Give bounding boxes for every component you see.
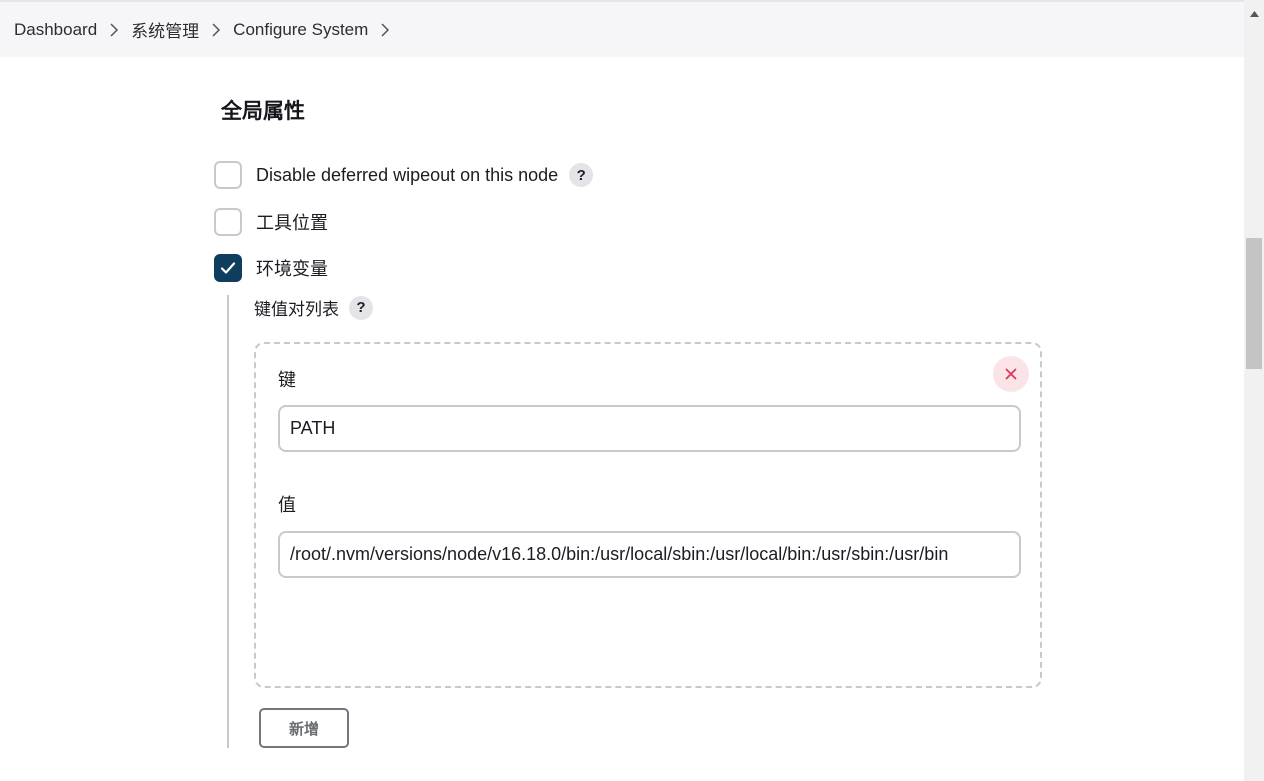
option-disable-deferred-wipeout: Disable deferred wipeout on this node ? [214, 161, 594, 189]
help-icon[interactable]: ? [569, 163, 594, 187]
key-value-list-label: 键值对列表 [254, 300, 339, 319]
tool-locations-checkbox[interactable] [214, 208, 242, 236]
scroll-up-arrow-icon[interactable] [1244, 0, 1264, 28]
add-entry-button[interactable]: 新增 [259, 708, 349, 748]
checkmark-icon [220, 262, 236, 274]
option-label[interactable]: Disable deferred wipeout on this node [256, 165, 558, 186]
environment-variables-checkbox[interactable] [214, 254, 242, 282]
breadcrumb: Dashboard 系统管理 Configure System [0, 0, 1244, 57]
close-icon [1005, 368, 1017, 380]
option-label[interactable]: 工具位置 [256, 209, 328, 235]
section-title: 全局属性 [221, 100, 305, 123]
chevron-right-icon[interactable] [97, 22, 131, 37]
env-var-entry: 键 值 [254, 342, 1042, 688]
breadcrumb-dashboard[interactable]: Dashboard [14, 20, 97, 40]
value-field-label: 值 [278, 495, 296, 515]
option-environment-variables: 环境变量 [214, 254, 328, 282]
chevron-right-icon[interactable] [368, 22, 402, 37]
breadcrumb-configure-system[interactable]: Configure System [233, 20, 368, 40]
key-value-list-header: 键值对列表 ? [254, 295, 373, 320]
key-input[interactable] [278, 405, 1021, 452]
vertical-scrollbar[interactable] [1244, 0, 1264, 781]
help-icon[interactable]: ? [349, 295, 373, 320]
chevron-right-icon[interactable] [199, 22, 233, 37]
option-tool-locations: 工具位置 [214, 208, 328, 236]
breadcrumb-system-management[interactable]: 系统管理 [131, 17, 199, 42]
scrollbar-thumb[interactable] [1246, 238, 1262, 369]
value-input[interactable] [278, 531, 1021, 578]
nested-indent-line [227, 295, 229, 748]
option-label[interactable]: 环境变量 [256, 255, 328, 281]
key-field-label: 键 [278, 370, 296, 390]
disable-deferred-wipeout-checkbox[interactable] [214, 161, 242, 189]
delete-entry-button[interactable] [993, 356, 1029, 392]
